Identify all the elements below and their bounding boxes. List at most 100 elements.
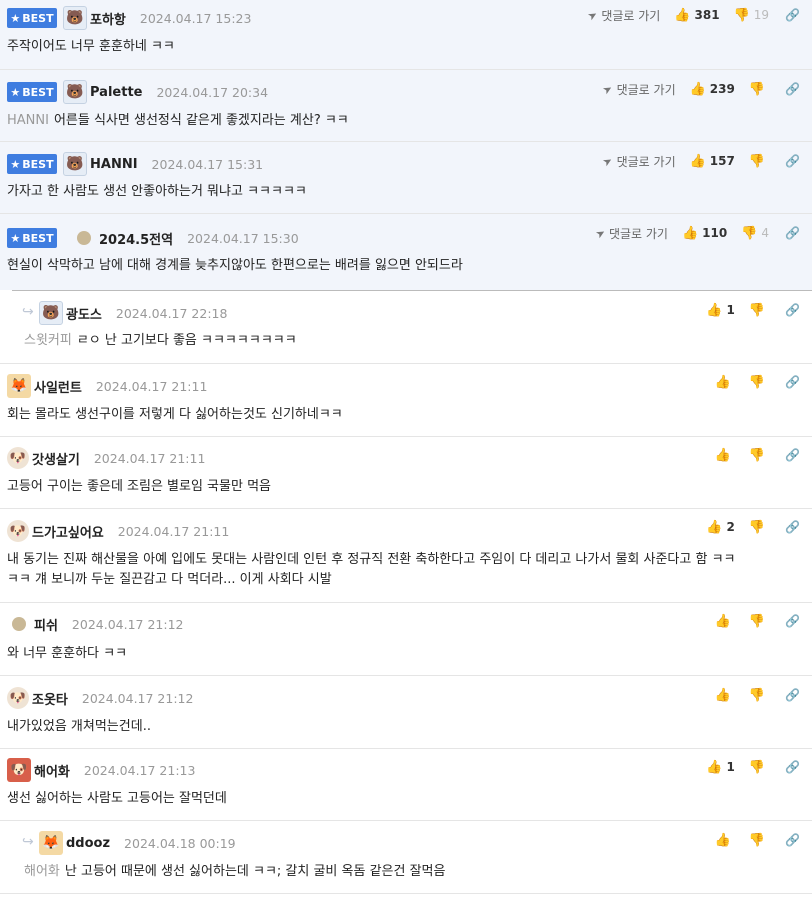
nickname[interactable]: 피쉬 xyxy=(34,615,58,634)
dislike-button[interactable]: 👎 xyxy=(749,833,769,848)
dislike-button[interactable]: 👎 xyxy=(749,448,769,463)
comment-date: 2024.04.17 15:23 xyxy=(139,10,252,26)
star-icon: ★ xyxy=(10,85,21,99)
like-button[interactable]: 👍 xyxy=(715,614,735,629)
like-button[interactable]: 👍 239 xyxy=(690,82,735,97)
comment-reply: ↪ 🦊 ddooz 2024.04.18 00:19 👍 👎 🔗 해어화 난 고등… xyxy=(0,821,812,894)
dislike-button[interactable]: 👎 19 xyxy=(734,8,769,23)
thumbs-down-icon: 👎 xyxy=(748,687,766,703)
link-icon[interactable]: 🔗 xyxy=(785,614,800,628)
comment-date: 2024.04.17 15:30 xyxy=(187,230,299,246)
thumbs-down-icon: 👎 xyxy=(733,7,750,23)
comment: 피쉬 2024.04.17 21:12 👍 👎 🔗 와 너무 훈훈하다 ㅋㅋ xyxy=(0,603,812,676)
like-button[interactable]: 👍 xyxy=(715,375,735,390)
like-button[interactable]: 👍 2 xyxy=(706,520,735,535)
link-icon[interactable]: 🔗 xyxy=(785,375,800,389)
nickname[interactable]: 포하항 xyxy=(90,9,126,28)
thumbs-down-icon: 👎 xyxy=(748,832,766,848)
reply-target[interactable]: 스윗커피 xyxy=(24,333,72,348)
avatar[interactable]: 🐻 xyxy=(39,301,63,325)
divider xyxy=(12,290,812,291)
comment: 🐶 드가고싶어요 2024.04.17 21:11 👍 2 👎 🔗 내 동기는 진… xyxy=(0,509,812,603)
dislike-button[interactable]: 👎 xyxy=(749,82,769,97)
best-badge: ★ BEST xyxy=(7,82,57,102)
goto-comment-link[interactable]: ➤ 댓글로 가기 xyxy=(585,7,660,24)
link-icon[interactable]: 🔗 xyxy=(785,82,800,96)
comment-date: 2024.04.17 15:31 xyxy=(151,156,264,172)
send-icon: ➤ xyxy=(585,7,600,23)
comment-date: 2024.04.17 21:11 xyxy=(93,450,206,466)
link-icon[interactable]: 🔗 xyxy=(785,760,800,774)
thumbs-up-icon: 👍 xyxy=(706,302,723,318)
reply-target[interactable]: 해어화 xyxy=(24,864,60,879)
like-button[interactable]: 👍 1 xyxy=(706,760,735,775)
reply-arrow-icon: ↪ xyxy=(22,834,34,850)
thumbs-up-icon: 👍 xyxy=(689,153,706,169)
link-icon[interactable]: 🔗 xyxy=(785,303,800,317)
avatar[interactable]: 🐶 xyxy=(7,520,29,542)
link-icon[interactable]: 🔗 xyxy=(785,154,800,168)
link-icon[interactable]: 🔗 xyxy=(785,8,800,22)
avatar[interactable]: 🐻 xyxy=(63,80,87,104)
thumbs-up-icon: 👍 xyxy=(706,759,723,775)
comment-text: 주작이어도 너무 훈훈하네 ㅋㅋ xyxy=(7,39,175,54)
nickname[interactable]: ddooz xyxy=(66,836,110,851)
dislike-button[interactable]: 👎 4 xyxy=(741,226,769,241)
goto-comment-link[interactable]: ➤ 댓글로 가기 xyxy=(601,81,676,98)
dislike-button[interactable]: 👎 xyxy=(749,375,769,390)
comment-date: 2024.04.17 21:12 xyxy=(71,616,184,632)
reply-target[interactable]: HANNI xyxy=(7,113,49,128)
comment-date: 2024.04.17 20:34 xyxy=(156,84,269,100)
link-icon[interactable]: 🔗 xyxy=(785,833,800,847)
comment-date: 2024.04.17 21:11 xyxy=(117,523,230,539)
nickname[interactable]: 갓생살기 xyxy=(32,449,80,468)
thumbs-down-icon: 👎 xyxy=(748,613,766,629)
link-icon[interactable]: 🔗 xyxy=(785,688,800,702)
nickname[interactable]: 조옷타 xyxy=(32,689,68,708)
like-button[interactable]: 👍 1 xyxy=(706,303,735,318)
dislike-button[interactable]: 👎 xyxy=(749,154,769,169)
avatar[interactable]: 🐶 xyxy=(7,447,29,469)
nickname[interactable]: Palette xyxy=(90,85,142,100)
thumbs-down-icon: 👎 xyxy=(748,519,766,535)
nickname[interactable]: 드가고싶어요 xyxy=(32,522,104,541)
like-button[interactable]: 👍 xyxy=(715,688,735,703)
nickname[interactable]: 해어화 xyxy=(34,761,70,780)
avatar[interactable]: 🐶 xyxy=(7,687,29,709)
avatar[interactable]: 🦊 xyxy=(39,831,63,855)
like-button[interactable]: 👍 110 xyxy=(682,226,727,241)
link-icon[interactable]: 🔗 xyxy=(785,226,800,240)
comment-text: 스윗커피 ㄹㅇ 난 고기보다 좋음 ㅋㅋㅋㅋㅋㅋㅋㅋ xyxy=(24,333,297,348)
nickname[interactable]: 2024.5전역 xyxy=(99,229,173,248)
thumbs-up-icon: 👍 xyxy=(714,447,731,463)
like-button[interactable]: 👍 xyxy=(715,833,735,848)
avatar[interactable] xyxy=(77,231,91,245)
avatar[interactable]: 🐻 xyxy=(63,6,87,30)
goto-comment-link[interactable]: ➤ 댓글로 가기 xyxy=(593,225,668,242)
like-button[interactable]: 👍 381 xyxy=(674,8,719,23)
like-button[interactable]: 👍 xyxy=(715,448,735,463)
thumbs-up-icon: 👍 xyxy=(689,81,706,97)
dislike-button[interactable]: 👎 xyxy=(749,688,769,703)
reply-arrow-icon: ↪ xyxy=(22,304,34,320)
nickname[interactable]: 광도스 xyxy=(66,304,102,323)
comment: 🦊 사일런트 2024.04.17 21:11 👍 👎 🔗 회는 몰라도 생선구… xyxy=(0,364,812,437)
star-icon: ★ xyxy=(10,231,21,245)
nickname[interactable]: 사일런트 xyxy=(34,377,82,396)
dislike-button[interactable]: 👎 xyxy=(749,303,769,318)
avatar[interactable]: 🐻 xyxy=(63,152,87,176)
dislike-button[interactable]: 👎 xyxy=(749,760,769,775)
comment-date: 2024.04.17 22:18 xyxy=(115,305,228,321)
nickname[interactable]: HANNI xyxy=(90,157,138,172)
link-icon[interactable]: 🔗 xyxy=(785,448,800,462)
comment-text: 고등어 구이는 좋은데 조림은 별로임 국물만 먹음 xyxy=(7,479,271,494)
dislike-button[interactable]: 👎 xyxy=(749,614,769,629)
dislike-button[interactable]: 👎 xyxy=(749,520,769,535)
like-button[interactable]: 👍 157 xyxy=(690,154,735,169)
avatar[interactable] xyxy=(12,617,26,631)
avatar[interactable]: 🦊 xyxy=(7,374,31,398)
best-badge: ★ BEST xyxy=(7,228,57,248)
goto-comment-link[interactable]: ➤ 댓글로 가기 xyxy=(601,153,676,170)
link-icon[interactable]: 🔗 xyxy=(785,520,800,534)
avatar[interactable]: 🐶 xyxy=(7,758,31,782)
